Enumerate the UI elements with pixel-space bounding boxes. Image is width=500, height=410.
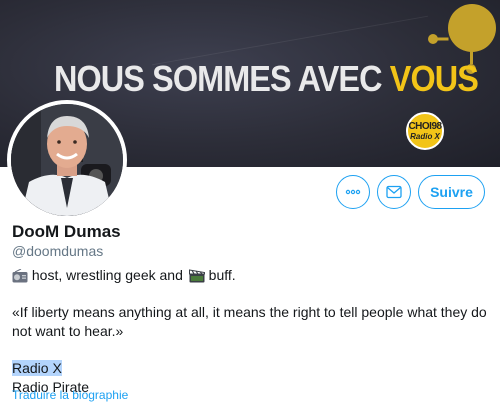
message-button[interactable] bbox=[377, 175, 411, 209]
bio-line-radio-x: Radio X bbox=[12, 360, 62, 376]
banner-headline: NOUS SOMMES AVEC VOUS bbox=[54, 58, 479, 100]
follow-button[interactable]: Suivre bbox=[418, 175, 485, 209]
banner-headline-part1: NOUS SOMMES AVEC bbox=[54, 58, 383, 99]
translate-bio-link[interactable]: Traduire la biographie bbox=[12, 388, 128, 402]
bio-quote: «If liberty means anything at all, it me… bbox=[12, 303, 492, 341]
profile-actions: Suivre bbox=[0, 175, 500, 209]
profile-bio: host, wrestling geek and buff. «If liber… bbox=[12, 266, 492, 397]
bio-text-part2: buff. bbox=[204, 267, 236, 283]
more-options-button[interactable] bbox=[336, 175, 370, 209]
radio-icon bbox=[12, 268, 28, 282]
clapperboard-icon bbox=[188, 268, 205, 282]
logo-line2: Radio X bbox=[410, 131, 440, 141]
virus-graphic-icon bbox=[448, 4, 496, 52]
virus-spike-dot bbox=[428, 34, 438, 44]
user-handle: @doomdumas bbox=[12, 243, 104, 259]
bio-quote-line2: not want to hear.» bbox=[12, 323, 124, 339]
bio-quote-line1: «If liberty means anything at all, it me… bbox=[12, 304, 487, 320]
radio-station-logo: CHOI98 Radio X bbox=[406, 112, 444, 150]
display-name: DooM Dumas bbox=[12, 222, 121, 241]
more-horizontal-icon bbox=[345, 189, 361, 195]
bio-text-part1: host, wrestling geek and bbox=[28, 267, 187, 283]
bio-line1: host, wrestling geek and buff. bbox=[12, 266, 492, 285]
envelope-icon bbox=[386, 185, 402, 199]
logo-line1: CHOI98 bbox=[408, 120, 442, 132]
banner-headline-part2: VOUS bbox=[389, 58, 479, 99]
